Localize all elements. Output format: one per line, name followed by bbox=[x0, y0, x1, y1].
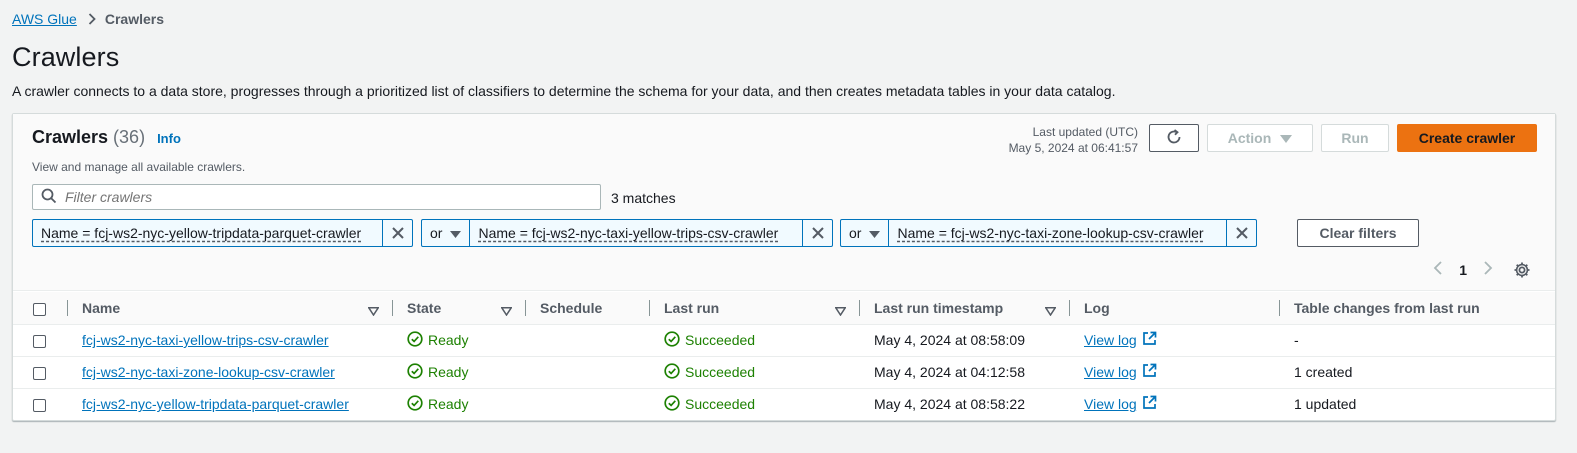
last-run-status: Succeeded bbox=[664, 330, 755, 350]
table-row[interactable]: fcj-ws2-nyc-taxi-yellow-trips-csv-crawle… bbox=[13, 324, 1555, 357]
filter-token: or Name = fcj-ws2-nyc-taxi-zone-lookup-c… bbox=[840, 219, 1257, 247]
state-status: Ready bbox=[407, 330, 468, 350]
search-input[interactable] bbox=[65, 189, 565, 205]
status-ok-icon bbox=[407, 395, 428, 414]
action-dropdown[interactable]: Action bbox=[1207, 124, 1313, 152]
caret-down-icon bbox=[1280, 130, 1293, 146]
status-ok-icon bbox=[407, 362, 428, 382]
chevron-left-icon[interactable] bbox=[1433, 260, 1443, 279]
last-run-timestamp: May 4, 2024 at 04:12:58 bbox=[860, 356, 1070, 389]
last-run-status: Succeeded bbox=[664, 395, 755, 414]
status-ok-icon bbox=[664, 395, 685, 414]
select-all-checkbox[interactable] bbox=[33, 302, 46, 316]
caret-down-icon bbox=[869, 225, 881, 241]
page-description: A crawler connects to a data store, prog… bbox=[12, 83, 1116, 99]
info-link[interactable]: Info bbox=[157, 131, 181, 146]
last-run-status: Succeeded bbox=[664, 362, 755, 382]
select-all-header bbox=[13, 292, 68, 325]
table-changes: - bbox=[1280, 324, 1555, 357]
chevron-right-icon[interactable] bbox=[1483, 260, 1493, 279]
panel-header: Crawlers (36) Info View and manage all a… bbox=[13, 114, 1555, 291]
close-icon[interactable] bbox=[802, 220, 832, 246]
crawler-name-link[interactable]: fcj-ws2-nyc-taxi-yellow-trips-csv-crawle… bbox=[82, 332, 329, 348]
operator-label: or bbox=[430, 225, 443, 241]
last-updated-label: Last updated (UTC) bbox=[1032, 125, 1138, 139]
state-status: Ready bbox=[407, 395, 468, 414]
operator-label: or bbox=[849, 225, 862, 241]
sort-caret-icon bbox=[367, 303, 380, 319]
crawler-name-link[interactable]: fcj-ws2-nyc-yellow-tripdata-parquet-craw… bbox=[82, 396, 349, 412]
column-header-log: Log bbox=[1070, 292, 1280, 325]
refresh-icon bbox=[1165, 128, 1183, 149]
close-icon[interactable] bbox=[382, 220, 412, 246]
row-checkbox[interactable] bbox=[33, 399, 46, 413]
status-ok-icon bbox=[664, 330, 685, 350]
filter-token-label[interactable]: Name = fcj-ws2-nyc-yellow-tripdata-parqu… bbox=[33, 220, 369, 246]
last-updated: Last updated (UTC) May 5, 2024 at 06:41:… bbox=[1009, 124, 1138, 156]
sort-caret-icon bbox=[834, 303, 847, 319]
column-header-last-run-timestamp[interactable]: Last run timestamp bbox=[860, 292, 1070, 325]
column-header-schedule: Schedule bbox=[526, 292, 650, 325]
filter-token-label[interactable]: Name = fcj-ws2-nyc-taxi-yellow-trips-csv… bbox=[470, 220, 786, 246]
external-link-icon bbox=[1137, 395, 1157, 413]
table-changes: 1 created bbox=[1280, 356, 1555, 389]
external-link-icon bbox=[1137, 363, 1157, 381]
status-ok-icon bbox=[407, 330, 428, 350]
filter-token-label[interactable]: Name = fcj-ws2-nyc-taxi-zone-lookup-csv-… bbox=[889, 220, 1211, 246]
external-link-icon bbox=[1137, 331, 1157, 349]
view-log-link[interactable]: View log bbox=[1084, 363, 1157, 381]
breadcrumb: AWS Glue Crawlers bbox=[12, 11, 164, 27]
filter-token: or Name = fcj-ws2-nyc-taxi-yellow-trips-… bbox=[421, 219, 833, 247]
chevron-right-icon bbox=[88, 13, 96, 25]
view-log-link[interactable]: View log bbox=[1084, 331, 1157, 349]
crawlers-table: Name State Schedule Last run Last run ti… bbox=[13, 292, 1555, 420]
sort-caret-icon bbox=[1044, 303, 1057, 319]
schedule-cell bbox=[526, 324, 650, 357]
breadcrumb-current: Crawlers bbox=[104, 11, 164, 27]
table-header-row: Name State Schedule Last run Last run ti… bbox=[13, 292, 1555, 325]
page-title: Crawlers bbox=[12, 42, 120, 72]
breadcrumb-aws-glue[interactable]: AWS Glue bbox=[12, 11, 77, 27]
crawler-name-link[interactable]: fcj-ws2-nyc-taxi-zone-lookup-csv-crawler bbox=[82, 364, 335, 380]
pagination: 1 bbox=[1433, 260, 1531, 279]
schedule-cell bbox=[526, 388, 650, 420]
table-row[interactable]: fcj-ws2-nyc-taxi-zone-lookup-csv-crawler… bbox=[13, 356, 1555, 389]
panel-title: Crawlers (36) Info bbox=[32, 127, 181, 148]
table-changes: 1 updated bbox=[1294, 396, 1357, 413]
panel-subtitle: View and manage all available crawlers. bbox=[32, 160, 246, 174]
page-number[interactable]: 1 bbox=[1459, 262, 1467, 278]
refresh-button[interactable] bbox=[1149, 124, 1199, 152]
column-header-state[interactable]: State bbox=[393, 292, 526, 325]
caret-down-icon bbox=[450, 225, 462, 241]
action-label: Action bbox=[1227, 130, 1272, 146]
search-icon bbox=[41, 188, 57, 207]
table-row[interactable]: fcj-ws2-nyc-yellow-tripdata-parquet-craw… bbox=[13, 388, 1555, 420]
filter-search-box[interactable] bbox=[32, 184, 601, 210]
gear-icon[interactable] bbox=[1513, 261, 1531, 279]
filter-operator-select[interactable]: or bbox=[841, 220, 890, 246]
schedule-cell bbox=[526, 356, 650, 389]
row-checkbox[interactable] bbox=[33, 334, 46, 348]
column-header-name[interactable]: Name bbox=[68, 292, 393, 325]
create-crawler-button[interactable]: Create crawler bbox=[1397, 124, 1537, 152]
filter-token: Name = fcj-ws2-nyc-yellow-tripdata-parqu… bbox=[32, 219, 413, 247]
status-ok-icon bbox=[664, 362, 685, 382]
run-button[interactable]: Run bbox=[1321, 124, 1389, 152]
column-header-table-changes: Table changes from last run bbox=[1280, 292, 1555, 325]
match-count: 3 matches bbox=[611, 190, 676, 206]
panel-title-text: Crawlers bbox=[32, 127, 109, 147]
filter-operator-select[interactable]: or bbox=[422, 220, 471, 246]
crawler-count: (36) bbox=[113, 127, 146, 147]
close-icon[interactable] bbox=[1226, 220, 1256, 246]
last-updated-value: May 5, 2024 at 06:41:57 bbox=[1008, 141, 1138, 155]
sort-caret-icon bbox=[500, 303, 513, 319]
state-status: Ready bbox=[407, 362, 468, 382]
column-header-last-run[interactable]: Last run bbox=[650, 292, 860, 325]
clear-filters-button[interactable]: Clear filters bbox=[1297, 219, 1419, 247]
last-run-timestamp: May 4, 2024 at 08:58:22 bbox=[874, 396, 1025, 413]
last-run-timestamp: May 4, 2024 at 08:58:09 bbox=[860, 324, 1070, 357]
row-checkbox[interactable] bbox=[33, 366, 46, 380]
crawlers-panel: Crawlers (36) Info View and manage all a… bbox=[12, 113, 1556, 421]
view-log-link[interactable]: View log bbox=[1084, 395, 1157, 413]
